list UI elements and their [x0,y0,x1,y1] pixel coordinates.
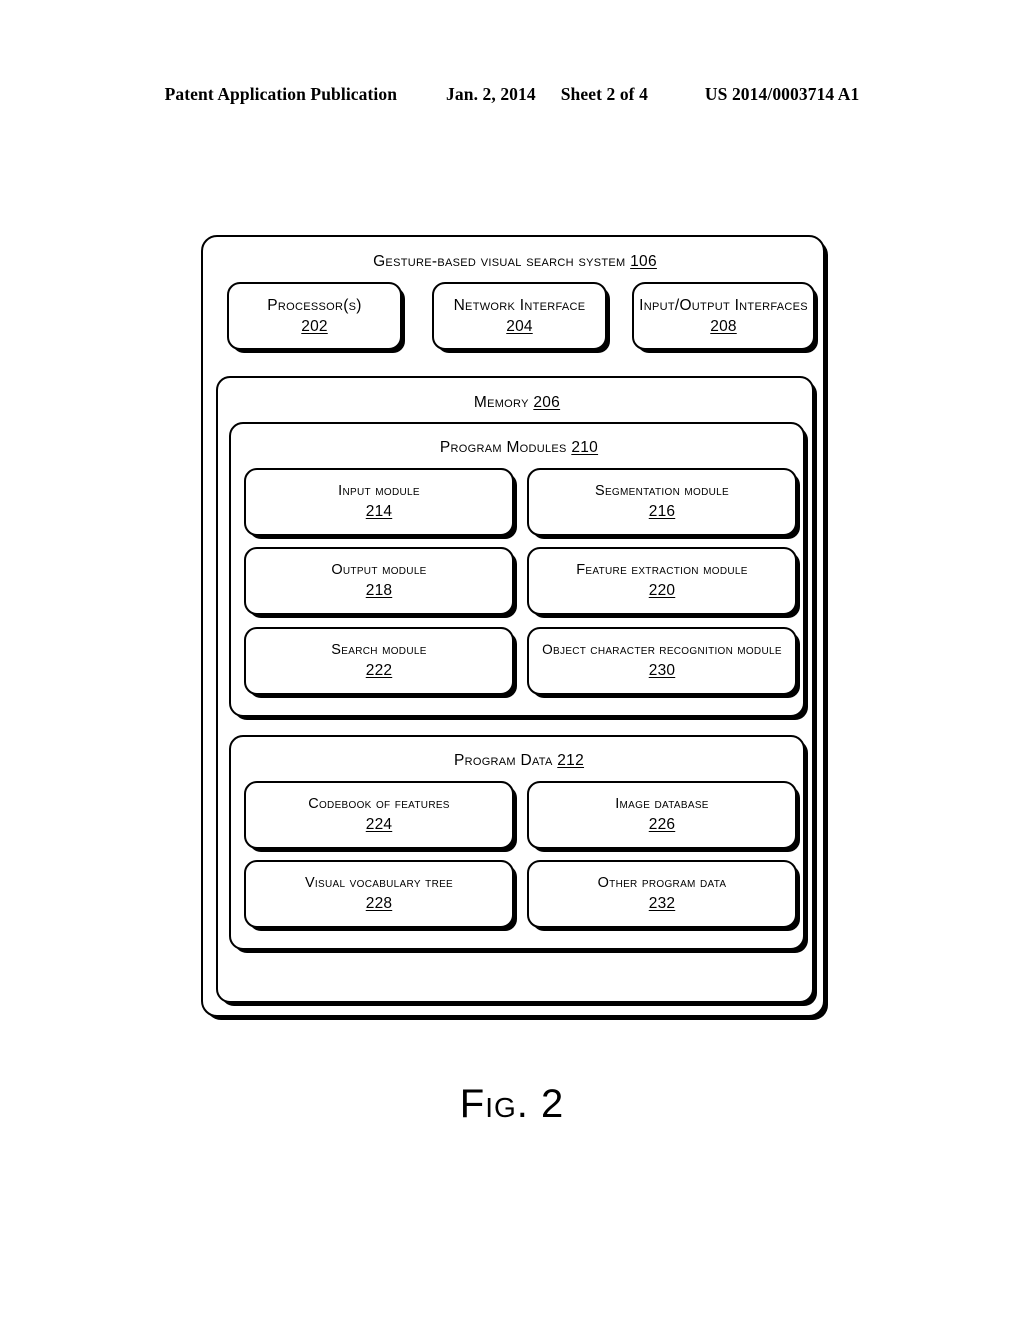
memory-title: Memory 206 [218,393,816,412]
program-modules-title-text: Program Modules [439,439,567,456]
feature-extraction-module-box: Feature extraction module 220 [527,547,797,615]
image-database-label: Image database 226 [615,795,709,835]
input-module-label: Input module 214 [338,482,420,522]
input-output-interfaces-ref: 208 [710,318,737,335]
image-database-ref: 226 [648,816,676,834]
feature-extraction-module-label: Feature extraction module 220 [576,561,747,601]
codebook-of-features-label: Codebook of features 224 [308,795,450,835]
object-character-recognition-module-label-text: Object character recognition module [542,641,782,657]
feature-extraction-module-label-text: Feature extraction module [576,562,748,579]
search-module-label-text: Search module [331,642,427,659]
memory-box: Memory 206 Program Modules 210 Input mod… [216,376,814,1003]
processor-label: Processor(s) 202 [267,296,362,337]
image-database-box: Image database 226 [527,781,797,849]
feature-extraction-module-ref: 220 [648,582,676,600]
processor-ref: 202 [301,318,328,335]
header-date: Jan. 2, 2014 [446,84,536,104]
system-title-text: Gesture-based visual search system [373,253,626,270]
input-module-box: Input module 214 [244,468,514,536]
codebook-of-features-box: Codebook of features 224 [244,781,514,849]
codebook-of-features-label-text: Codebook of features [308,796,450,813]
memory-title-text: Memory [473,394,529,411]
processor-box: Processor(s) 202 [227,282,402,350]
image-database-label-text: Image database [615,796,709,813]
codebook-of-features-ref: 224 [365,816,393,834]
header-patent-number: US 2014/0003714 A1 [704,84,860,104]
program-data-box: Program Data 212 Codebook of features 22… [229,735,805,950]
program-data-title-text: Program Data [453,752,553,769]
program-data-title-ref: 212 [557,752,585,769]
search-module-ref: 222 [365,662,393,680]
network-interface-label: Network Interface 204 [454,296,586,337]
output-module-box: Output module 218 [244,547,514,615]
input-output-interfaces-box: Input/Output Interfaces 208 [632,282,815,350]
other-program-data-label-text: Other program data [597,875,727,892]
input-module-label-text: Input module [338,483,420,500]
output-module-label-text: Output module [331,562,427,579]
other-program-data-ref: 232 [648,895,676,913]
gesture-based-visual-search-system-box: Gesture-based visual search system 106 P… [201,235,825,1017]
program-modules-title-ref: 210 [571,439,599,456]
search-module-box: Search module 222 [244,627,514,695]
output-module-ref: 218 [365,582,393,600]
header-sheet-number: Sheet 2 of 4 [560,84,648,104]
input-output-interfaces-label: Input/Output Interfaces 208 [639,296,808,337]
memory-title-ref: 206 [533,394,561,411]
object-character-recognition-module-box: Object character recognition module 230 [527,627,797,695]
network-interface-box: Network Interface 204 [432,282,607,350]
system-title-ref: 106 [630,253,657,270]
program-data-title: Program Data 212 [231,751,807,770]
system-title: Gesture-based visual search system 106 [203,252,827,271]
program-modules-box: Program Modules 210 Input module 214 Seg… [229,422,805,717]
object-character-recognition-module-ref: 230 [648,661,676,679]
search-module-label: Search module 222 [331,641,426,681]
program-modules-title: Program Modules 210 [231,438,807,457]
header-publication-title: Patent Application Publication [164,84,398,104]
visual-vocabulary-tree-ref: 228 [365,895,393,913]
segmentation-module-label-text: Segmentation module [594,483,730,500]
segmentation-module-ref: 216 [648,503,676,521]
segmentation-module-label: Segmentation module 216 [595,482,729,522]
processor-label-text: Processor(s) [267,296,362,314]
figure-caption: Fig. 2 [459,1082,565,1126]
segmentation-module-box: Segmentation module 216 [527,468,797,536]
visual-vocabulary-tree-label: Visual vocabulary tree 228 [305,874,453,914]
visual-vocabulary-tree-label-text: Visual vocabulary tree [304,875,454,892]
figure-2-diagram: Gesture-based visual search system 106 P… [201,235,829,1021]
input-module-ref: 214 [365,503,393,521]
network-interface-label-text: Network Interface [453,296,586,314]
network-interface-ref: 204 [506,318,533,335]
other-program-data-box: Other program data 232 [527,860,797,928]
visual-vocabulary-tree-box: Visual vocabulary tree 228 [244,860,514,928]
object-character-recognition-module-label: Object character recognition module 230 [542,642,782,680]
output-module-label: Output module 218 [331,561,426,601]
input-output-interfaces-label-text: Input/Output Interfaces [639,296,808,314]
other-program-data-label: Other program data 232 [598,874,727,914]
page-header: Patent Application Publication Jan. 2, 2… [0,84,1024,105]
